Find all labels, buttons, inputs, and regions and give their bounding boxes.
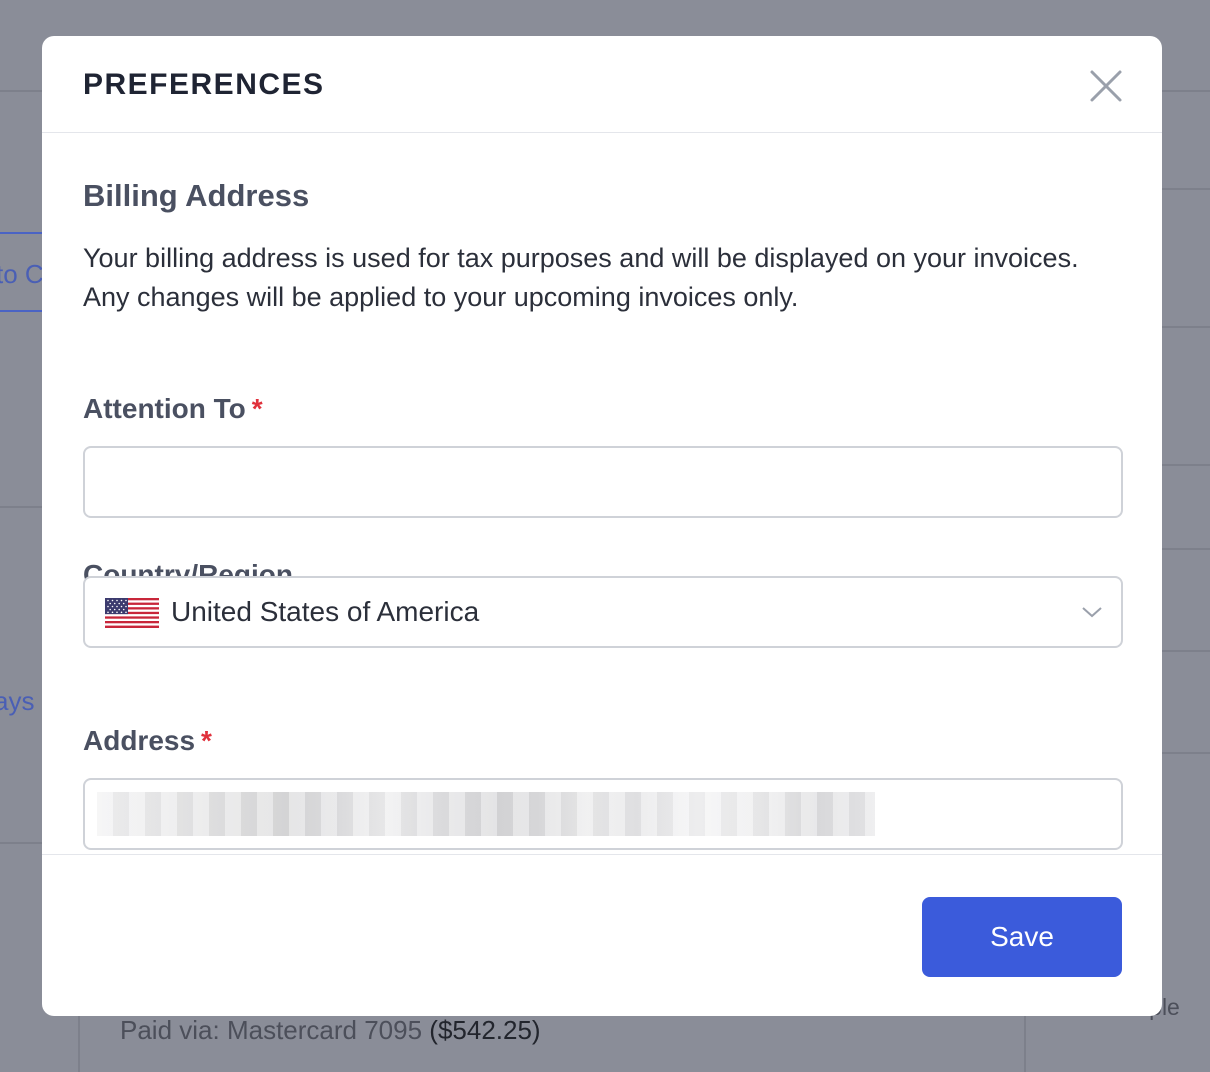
background-divider <box>1162 548 1210 550</box>
address-label: Address * <box>83 725 212 757</box>
background-divider <box>0 90 42 92</box>
attention-to-label: Attention To * <box>83 393 263 425</box>
chevron-down-icon <box>1082 607 1102 618</box>
background-divider <box>1162 752 1210 754</box>
paid-amount: ($542.25) <box>429 1015 541 1045</box>
address-label-text: Address <box>83 725 196 756</box>
background-link-peek: ays <box>0 682 42 726</box>
preferences-modal: PREFERENCES Billing Address Your billing… <box>42 36 1162 1016</box>
paid-via-label: Paid via: Mastercard 7095 <box>120 1015 423 1045</box>
attention-to-input[interactable] <box>83 446 1123 518</box>
us-flag-icon <box>105 598 159 628</box>
billing-description: Your billing address is used for tax pur… <box>83 243 1079 312</box>
close-button[interactable] <box>1088 68 1124 104</box>
modal-footer: Save <box>42 854 1162 1016</box>
country-region-value: United States of America <box>171 596 480 627</box>
background-link-text: ays <box>0 686 35 716</box>
required-marker: * <box>251 393 263 424</box>
attention-to-label-text: Attention To <box>83 393 246 424</box>
background-divider <box>1162 188 1210 190</box>
redacted-address <box>97 792 875 836</box>
background-divider <box>1162 326 1210 328</box>
country-region-select[interactable]: United States of America <box>83 576 1123 648</box>
section-title: Billing Address <box>83 178 310 213</box>
close-icon <box>1090 70 1122 102</box>
payment-summary: Paid via: Mastercard 7095 ($542.25) <box>120 1015 541 1046</box>
background-divider <box>1162 650 1210 652</box>
background-divider <box>0 506 42 508</box>
save-button[interactable]: Save <box>922 897 1122 977</box>
background-link-text: to C <box>0 259 42 289</box>
address-field <box>83 778 1123 850</box>
background-divider <box>1162 90 1210 92</box>
modal-title: PREFERENCES <box>83 68 325 101</box>
required-marker: * <box>201 725 212 756</box>
background-divider <box>1162 464 1210 466</box>
background-link-peek: to C <box>0 232 42 312</box>
modal-header: PREFERENCES <box>42 36 1162 133</box>
background-divider <box>0 842 42 844</box>
